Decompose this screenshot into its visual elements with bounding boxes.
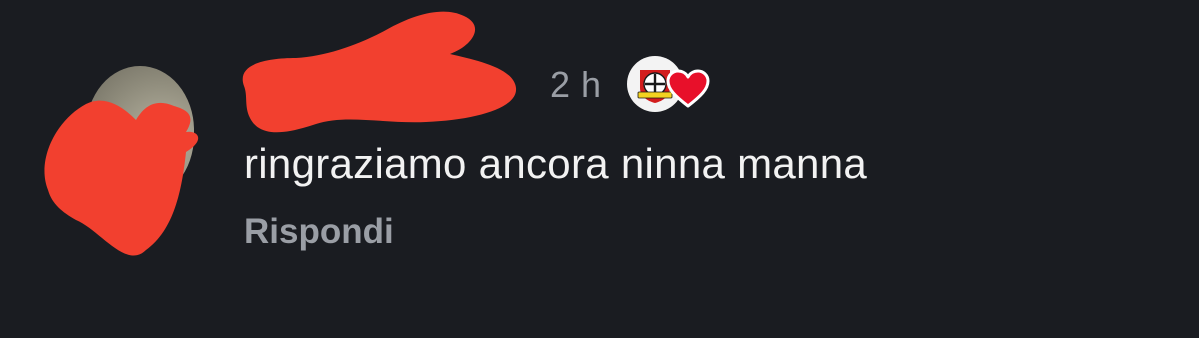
comment: 2 h ringraziamo ancora ninna manna Rispo…	[0, 0, 1199, 338]
avatar[interactable]	[44, 66, 199, 256]
comment-text: ringraziamo ancora ninna manna	[244, 140, 868, 187]
timestamp: 2 h	[550, 64, 602, 105]
reply-button[interactable]: Rispondi	[244, 212, 394, 252]
comment-header: 2 h	[242, 11, 844, 133]
avatar-redaction-scribble	[44, 100, 199, 256]
username-redaction-scribble	[242, 11, 517, 133]
heart-icon[interactable]	[665, 68, 711, 115]
